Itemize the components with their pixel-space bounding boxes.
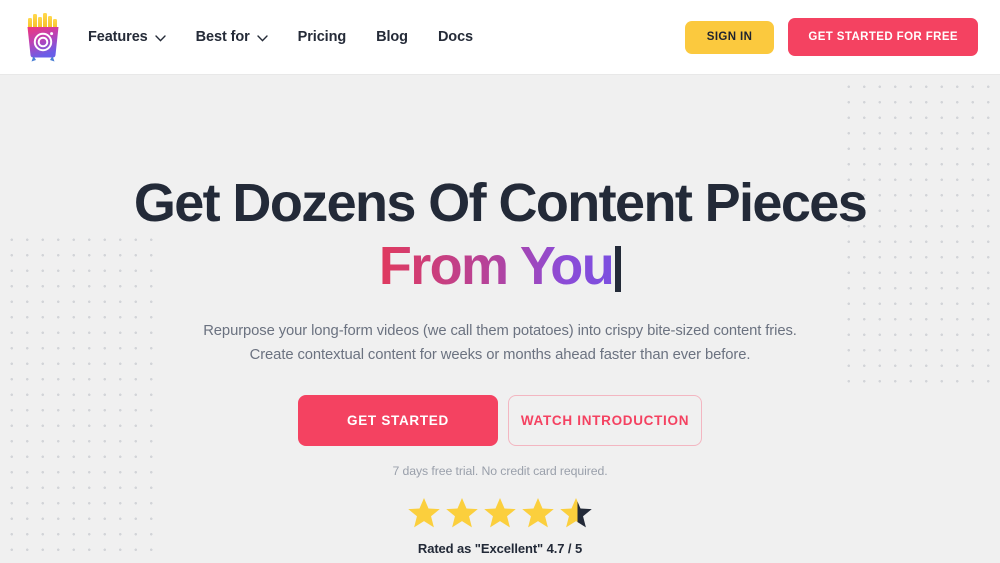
nav-item-label: Features [88,29,148,45]
main-navigation: Features Best for Pricing Blog Docs [88,29,473,45]
rating-block: Rated as "Excellent" 4.7 / 5 [405,495,595,556]
site-header: Features Best for Pricing Blog Docs SIGN… [0,0,1000,75]
get-started-button[interactable]: GET STARTED [298,395,498,447]
fries-camera-logo-icon [23,12,63,62]
star-rating [405,495,595,531]
nav-item-features[interactable]: Features [88,29,166,45]
nav-item-pricing[interactable]: Pricing [297,29,347,45]
get-started-for-free-button[interactable]: GET STARTED FOR FREE [788,18,978,56]
star-icon-half [557,495,595,531]
header-actions: SIGN IN GET STARTED FOR FREE [684,18,978,56]
star-icon-full [405,495,443,531]
nav-item-label: Best for [195,29,250,45]
page-title: Get Dozens Of Content Pieces From You [133,173,868,297]
nav-item-best-for[interactable]: Best for [196,29,268,45]
nav-item-docs[interactable]: Docs [438,29,473,45]
hero-subtitle: Repurpose your long-form videos (we call… [203,323,797,364]
star-icon-full [519,495,557,531]
nav-item-label: Docs [437,29,473,45]
hero-cta-row: GET STARTED WATCH INTRODUCTION [298,395,702,447]
logo[interactable] [20,9,66,65]
nav-item-blog[interactable]: Blog [376,29,408,45]
chevron-down-icon [154,34,166,42]
rating-label: Rated as "Excellent" 4.7 / 5 [417,541,583,557]
text-caret [615,246,622,293]
chevron-down-icon [256,34,268,42]
star-icon-full [443,495,481,531]
watch-introduction-button[interactable]: WATCH INTRODUCTION [508,395,702,447]
landing-page: Features Best for Pricing Blog Docs SIGN… [0,0,1000,563]
star-icon-full [481,495,519,531]
trial-note: 7 days free trial. No credit card requir… [392,464,608,479]
headline-line-1: Get Dozens Of Content Pieces [133,173,868,233]
headline-line-2: From You [378,236,615,297]
hero-section: Get Dozens Of Content Pieces From You Re… [0,75,1000,563]
sign-in-button[interactable]: SIGN IN [684,20,775,54]
nav-item-label: Pricing [297,29,347,45]
nav-item-label: Blog [376,29,408,45]
